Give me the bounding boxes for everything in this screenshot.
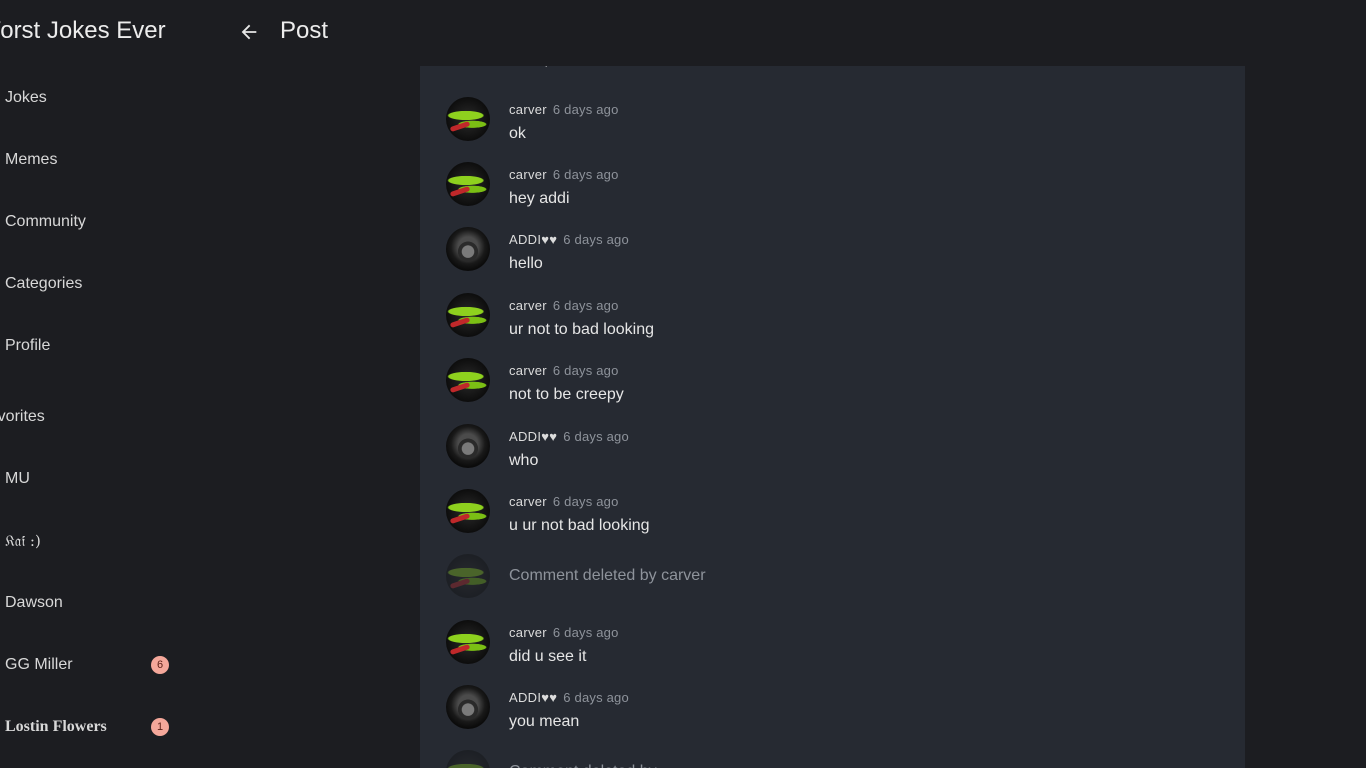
- unread-badge: 6: [151, 656, 169, 674]
- deleted-comment-text: Comment deleted by: [509, 763, 657, 768]
- comment-timestamp: 6 days ago: [552, 494, 619, 509]
- avatar[interactable]: [446, 97, 490, 141]
- comment-text: ok: [509, 125, 526, 142]
- comment: ADDI♥♥ 6 days ago you mean: [446, 685, 1226, 735]
- sidebar: Jokes Memes Community Categories Profile…: [0, 66, 190, 768]
- favorite-item[interactable]: Dawson: [5, 594, 170, 612]
- comment: carver 6 days ago not to be creepy: [446, 358, 1226, 408]
- avatar[interactable]: [446, 554, 490, 598]
- comment-text: hey addi: [509, 190, 570, 207]
- comment-header: carver 6 days ago: [509, 624, 619, 642]
- sidebar-item-profile[interactable]: Profile: [5, 337, 50, 355]
- comment-text: who: [509, 452, 539, 469]
- comment-text: u ur not bad looking: [509, 517, 650, 534]
- favorite-item[interactable]: Lostin Flowers 1: [5, 718, 170, 736]
- comment: ADDI♥♥ 6 days ago who: [446, 424, 1226, 474]
- comment-header: carver 6 days ago: [509, 362, 619, 380]
- comment-text: I will put addi instead: [509, 66, 658, 68]
- avatar[interactable]: [446, 489, 490, 533]
- comment-author[interactable]: carver: [509, 494, 547, 509]
- comment-header: ADDI♥♥ 6 days ago: [509, 231, 629, 249]
- comment-text: you mean: [509, 713, 580, 730]
- comment: carver 6 days ago u ur not bad looking: [446, 489, 1226, 539]
- comment: carver 6 days ago ok: [446, 97, 1226, 147]
- comment-header: ADDI♥♥ 6 days ago: [509, 428, 629, 446]
- avatar[interactable]: [446, 750, 490, 768]
- comment-header: carver 6 days ago: [509, 297, 619, 315]
- avatar[interactable]: [446, 293, 490, 337]
- comment-timestamp: 6 days ago: [552, 363, 619, 378]
- app-title[interactable]: Worst Jokes Ever: [0, 17, 166, 45]
- avatar[interactable]: [446, 685, 490, 729]
- favorite-label: Lostin Flowers: [5, 718, 107, 735]
- favorite-item[interactable]: 𝔎𝔞𝔦́ :): [5, 532, 170, 551]
- deleted-comment: Comment deleted by: [446, 750, 1226, 768]
- comment-author[interactable]: carver: [509, 363, 547, 378]
- favorites-section-title: Favorites: [0, 408, 45, 425]
- comment: carver 6 days ago ur not to bad looking: [446, 293, 1226, 343]
- comment-author[interactable]: ADDI♥♥: [509, 232, 557, 247]
- favorite-item[interactable]: MU: [5, 470, 170, 488]
- comment-timestamp: 6 days ago: [552, 625, 619, 640]
- comment: I will put addi instead: [446, 66, 1226, 72]
- sidebar-item-jokes[interactable]: Jokes: [5, 89, 47, 107]
- comment-timestamp: 6 days ago: [563, 429, 629, 444]
- favorite-label: MU: [5, 470, 30, 487]
- avatar[interactable]: [446, 227, 490, 271]
- avatar[interactable]: [446, 358, 490, 402]
- comment-text: did u see it: [509, 648, 587, 665]
- comment-header: carver 6 days ago: [509, 101, 619, 119]
- unread-badge: 1: [151, 718, 169, 736]
- comment-author[interactable]: ADDI♥♥: [509, 429, 557, 444]
- comment: carver 6 days ago hey addi: [446, 162, 1226, 212]
- comment: carver 6 days ago did u see it: [446, 620, 1226, 670]
- sidebar-item-categories[interactable]: Categories: [5, 275, 82, 293]
- comment-timestamp: 6 days ago: [563, 232, 629, 247]
- comment-header: carver 6 days ago: [509, 166, 619, 184]
- comments-panel[interactable]: I will put addi instead carver 6 days ago o…: [420, 66, 1245, 768]
- deleted-comment: Comment deleted by carver: [446, 554, 1226, 604]
- back-button[interactable]: [232, 15, 266, 49]
- favorite-item[interactable]: GG Miller 6: [5, 656, 170, 674]
- favorite-label: 𝔎𝔞𝔦́ :): [5, 532, 41, 550]
- comment-timestamp: 6 days ago: [552, 167, 619, 182]
- avatar[interactable]: [446, 620, 490, 664]
- deleted-comment-text: Comment deleted by carver: [509, 567, 706, 584]
- comment-text: hello: [509, 255, 543, 272]
- comment-timestamp: 6 days ago: [552, 298, 619, 313]
- top-bar: Worst Jokes Ever Post: [0, 0, 1366, 66]
- comment-author[interactable]: carver: [509, 102, 547, 117]
- sidebar-item-community[interactable]: Community: [5, 213, 86, 231]
- favorite-label: GG Miller: [5, 656, 73, 673]
- arrow-left-icon: [241, 24, 257, 40]
- comment: ADDI♥♥ 6 days ago hello: [446, 227, 1226, 277]
- comment-author[interactable]: carver: [509, 167, 547, 182]
- avatar[interactable]: [446, 162, 490, 206]
- comment-text: not to be creepy: [509, 386, 624, 403]
- page-title: Post: [280, 17, 329, 44]
- comment-author[interactable]: carver: [509, 625, 547, 640]
- comment-timestamp: 6 days ago: [552, 102, 619, 117]
- comment-author[interactable]: ADDI♥♥: [509, 690, 557, 705]
- sidebar-item-memes[interactable]: Memes: [5, 151, 57, 169]
- comment-author[interactable]: carver: [509, 298, 547, 313]
- avatar[interactable]: [446, 424, 490, 468]
- comment-text: ur not to bad looking: [509, 321, 654, 338]
- comment-timestamp: 6 days ago: [563, 690, 629, 705]
- favorite-label: Dawson: [5, 594, 63, 611]
- comment-header: ADDI♥♥ 6 days ago: [509, 689, 629, 707]
- comment-header: carver 6 days ago: [509, 493, 619, 511]
